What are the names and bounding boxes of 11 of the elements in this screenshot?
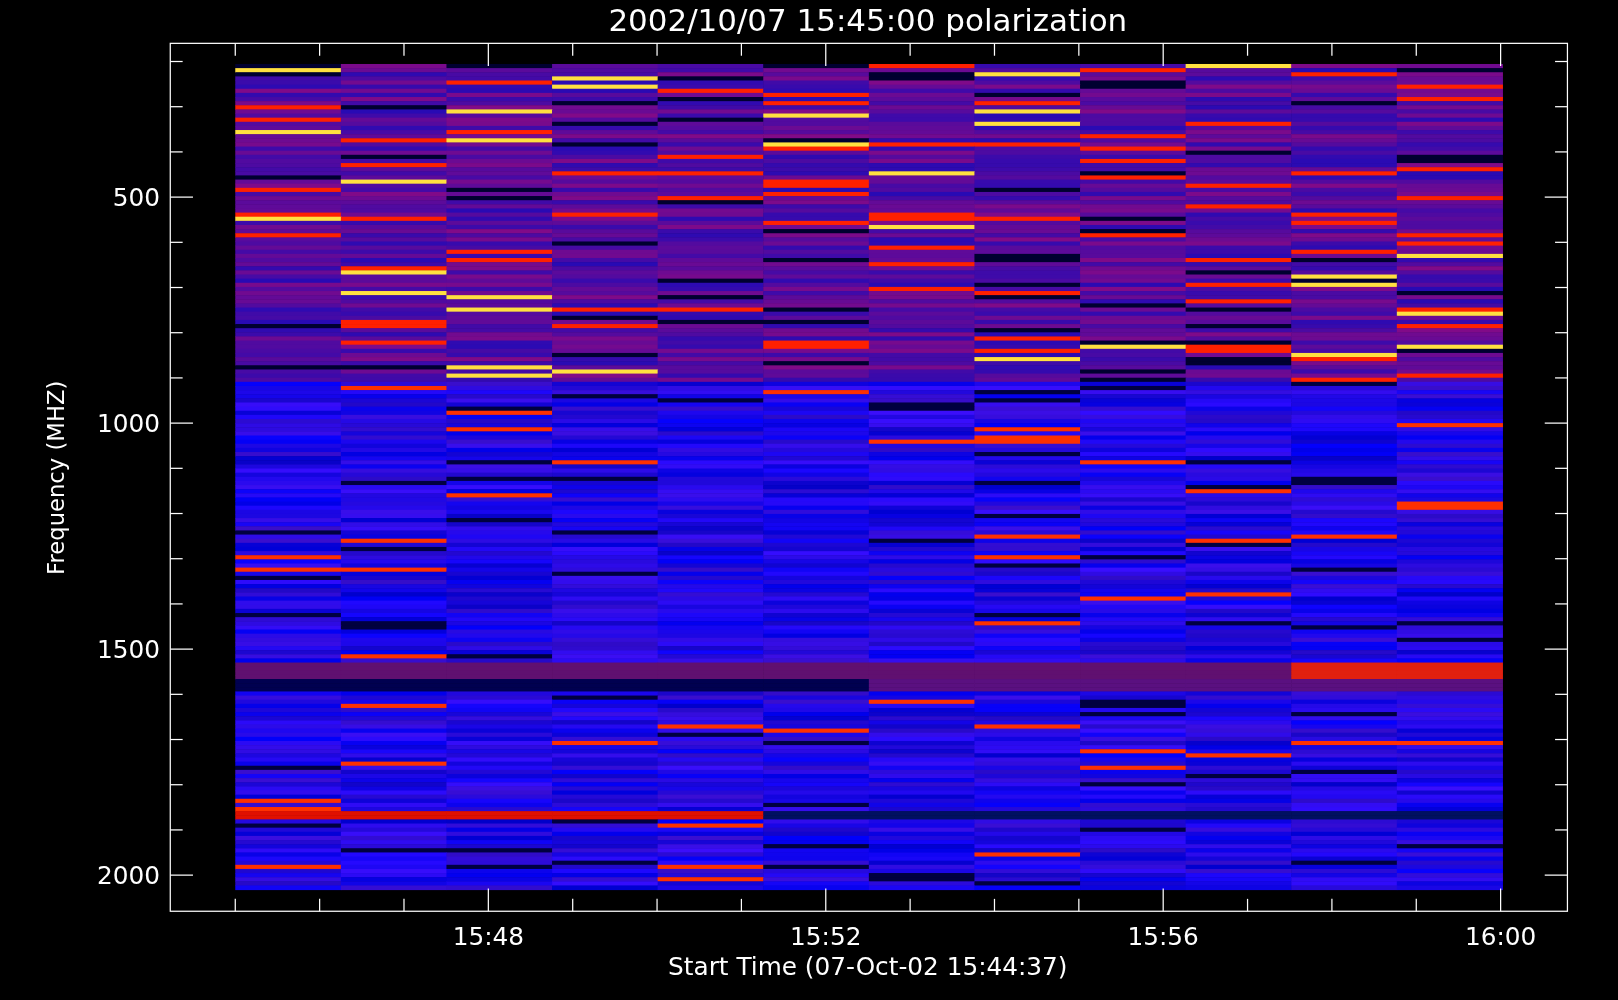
y-axis-label: Frequency (MHZ) bbox=[43, 380, 69, 575]
y-tick-label: 1000 bbox=[96, 409, 160, 439]
y-tick-label: 2000 bbox=[96, 861, 160, 891]
x-tick-label: 15:52 bbox=[790, 922, 862, 952]
x-tick-label: 16:00 bbox=[1464, 922, 1537, 952]
x-tick-label: 15:56 bbox=[1127, 922, 1199, 952]
y-tick-label: 500 bbox=[112, 183, 160, 213]
x-tick-label: 15:48 bbox=[452, 922, 524, 952]
x-axis-label: Start Time (07-Oct-02 15:44:37) bbox=[668, 952, 1068, 982]
y-tick-label: 1500 bbox=[96, 635, 160, 665]
plot-title: 2002/10/07 15:45:00 polarization bbox=[608, 1, 1128, 38]
